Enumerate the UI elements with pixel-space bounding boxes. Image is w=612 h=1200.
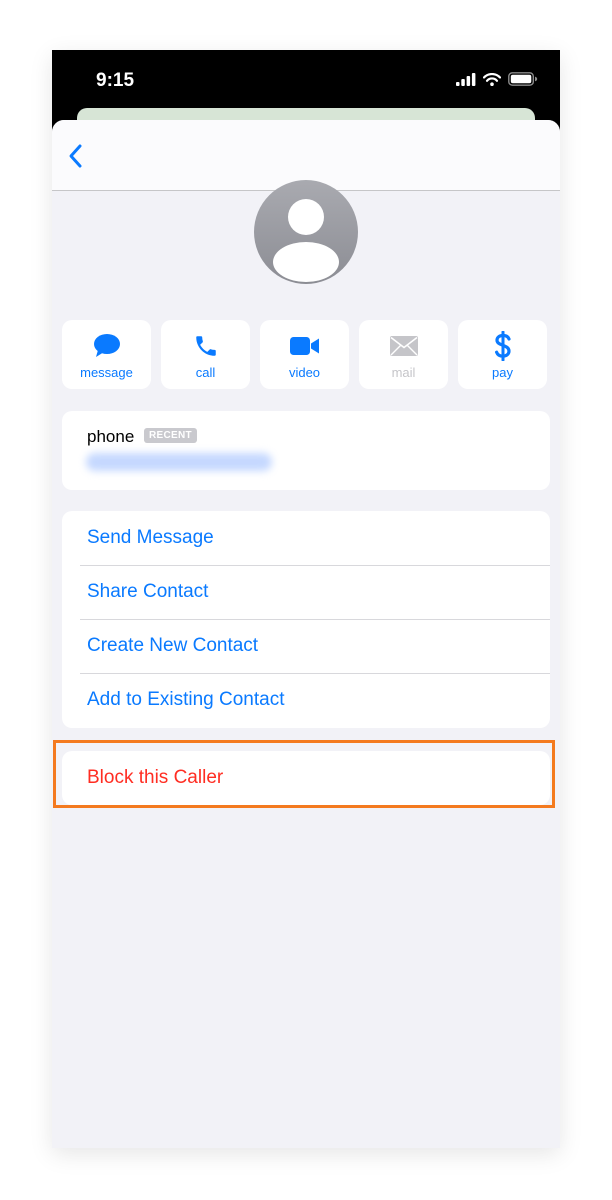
- block-caller-button[interactable]: Block this Caller: [62, 751, 550, 805]
- back-button[interactable]: [66, 142, 86, 170]
- person-silhouette-icon: [273, 199, 339, 282]
- share-contact-option[interactable]: Share Contact: [62, 565, 550, 619]
- mail-action-button[interactable]: mail: [359, 320, 448, 389]
- create-new-contact-option[interactable]: Create New Contact: [62, 619, 550, 673]
- call-action-button[interactable]: call: [161, 320, 250, 389]
- video-camera-icon: [289, 337, 319, 355]
- video-action-button[interactable]: video: [260, 320, 349, 389]
- phone-screen: 9:15 message call video mail pay phone R…: [52, 50, 560, 1148]
- dollar-icon: [494, 331, 511, 361]
- phone-number-card[interactable]: phone RECENT: [62, 411, 550, 490]
- send-message-option[interactable]: Send Message: [62, 511, 550, 565]
- contact-options-list: Send Message Share Contact Create New Co…: [62, 511, 550, 728]
- chevron-left-icon: [69, 144, 82, 168]
- message-bubble-icon: [93, 334, 120, 357]
- blurred-phone-number[interactable]: [86, 453, 272, 471]
- envelope-icon: [389, 336, 418, 356]
- cellular-signal-icon: [456, 72, 476, 91]
- video-action-label: video: [288, 365, 321, 380]
- pay-action-label: pay: [492, 365, 513, 380]
- phone-icon: [195, 336, 216, 356]
- contact-avatar: [254, 180, 358, 284]
- recent-badge: RECENT: [144, 428, 197, 443]
- battery-icon: [508, 72, 538, 91]
- status-time: 9:15: [96, 70, 135, 91]
- add-to-existing-contact-option[interactable]: Add to Existing Contact: [62, 673, 550, 727]
- status-icons: [456, 72, 538, 91]
- message-action-label: message: [80, 365, 133, 380]
- phone-label: phone: [87, 427, 135, 446]
- call-action-label: call: [195, 365, 216, 380]
- mail-action-label: mail: [391, 365, 416, 380]
- pay-action-button[interactable]: pay: [458, 320, 547, 389]
- wifi-icon: [482, 72, 502, 91]
- quick-actions: message call video mail pay: [62, 320, 550, 389]
- message-action-button[interactable]: message: [62, 320, 151, 389]
- block-caller-card: Block this Caller: [62, 751, 550, 805]
- contact-sheet: message call video mail pay phone RECENT…: [52, 120, 560, 1148]
